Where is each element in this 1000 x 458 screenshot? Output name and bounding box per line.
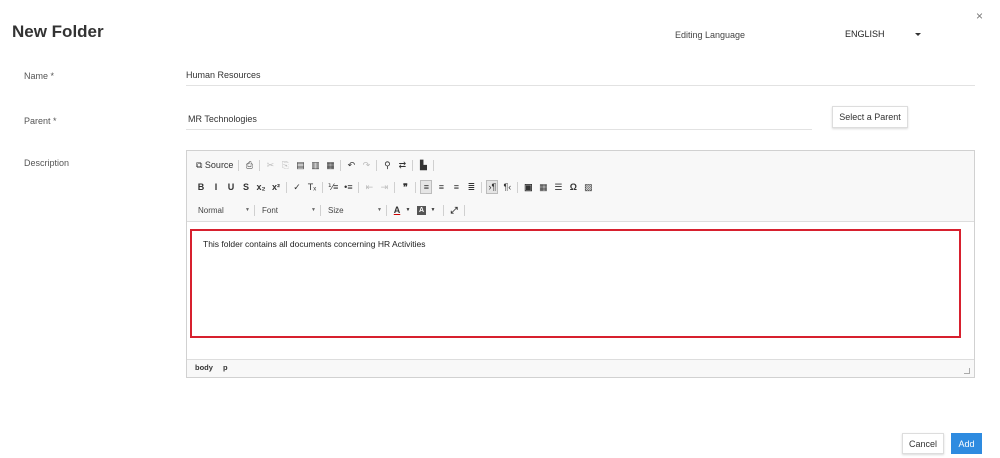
bold-icon[interactable]: B <box>195 180 207 194</box>
chevron-down-icon[interactable]: ▼ <box>427 203 439 217</box>
image-icon[interactable]: ▨ <box>582 180 594 194</box>
background-color-icon[interactable]: A <box>417 205 426 215</box>
rich-text-editor: ⧉ Source ⎙ ✂ ⎘ ▤ ▥ ▦ ↶ ↷ ⚲ ⇄ ▙ B I U Sx₂ x² ✓ Tₓ ⅟≡ •≡ ⇤ ⇥ ❞ ≡ ≡… <box>186 150 975 378</box>
close-icon[interactable]: × <box>976 9 983 23</box>
editor-toolbar-row-2: B I U Sx₂ x² ✓ Tₓ ⅟≡ •≡ ⇤ ⇥ ❞ ≡ ≡ ≡ ≣ ›¶ ¶‹ ▣ ▦ ☰ Ω ▨ <box>195 180 597 194</box>
toolbar-separator <box>443 204 444 216</box>
toolbar-separator <box>412 159 414 171</box>
parent-field[interactable]: MR Technologies <box>186 110 812 130</box>
rtl-icon[interactable]: ¶‹ <box>501 180 513 194</box>
justify-icon[interactable]: ≣ <box>465 180 477 194</box>
language-select[interactable]: ENGLISH <box>845 24 930 44</box>
chevron-down-icon: ▼ <box>311 207 316 213</box>
description-label: Description <box>24 158 70 168</box>
parent-label: Parent * <box>24 116 57 126</box>
toolbar-separator <box>433 159 435 171</box>
indent-icon[interactable]: ⇥ <box>378 180 390 194</box>
remove-format-icon[interactable]: Tₓ <box>306 180 318 194</box>
paste-icon[interactable]: ▤ <box>294 158 306 172</box>
language-value: ENGLISH <box>845 29 885 39</box>
superscript-icon[interactable]: x² <box>270 180 282 194</box>
editor-toolbar-row-1: ⧉ Source ⎙ ✂ ⎘ ▤ ▥ ▦ ↶ ↷ ⚲ ⇄ ▙ <box>195 158 438 172</box>
format-dropdown[interactable]: Normal ▼ <box>195 203 253 217</box>
align-center-icon[interactable]: ≡ <box>435 180 447 194</box>
toolbar-separator <box>358 181 360 193</box>
toolbar-separator <box>517 181 519 193</box>
align-right-icon[interactable]: ≡ <box>450 180 462 194</box>
chevron-down-icon: ▼ <box>377 207 382 213</box>
editing-language-label: Editing Language <box>675 30 746 40</box>
outdent-icon[interactable]: ⇤ <box>363 180 375 194</box>
cancel-button[interactable]: Cancel <box>902 433 944 454</box>
toolbar-separator <box>386 204 387 216</box>
editor-toolbar-row-3: Normal ▼ Font ▼ Size ▼ A ▼ A ▼ ⤢ <box>195 203 469 217</box>
toolbar-separator <box>254 204 255 216</box>
toolbar-separator <box>322 181 323 193</box>
chevron-down-icon[interactable]: ▼ <box>402 203 414 217</box>
toolbar-separator <box>415 181 417 193</box>
toolbar-separator <box>320 204 321 216</box>
font-dropdown[interactable]: Font ▼ <box>259 203 319 217</box>
path-body[interactable]: body <box>195 363 213 372</box>
size-dropdown[interactable]: Size ▼ <box>325 203 385 217</box>
dialog-title: New Folder <box>12 22 104 41</box>
select-parent-button[interactable]: Select a Parent <box>832 106 908 128</box>
toolbar-separator <box>238 159 240 171</box>
toolbar-separator <box>259 159 261 171</box>
underline-icon[interactable]: U <box>225 180 237 194</box>
content-highlight-box[interactable]: This folder contains all documents conce… <box>190 229 961 338</box>
undo-icon[interactable]: ↶ <box>345 158 357 172</box>
align-left-icon[interactable]: ≡ <box>420 180 433 194</box>
cut-icon[interactable]: ✂ <box>264 158 276 172</box>
paste-word-icon[interactable]: ▦ <box>324 158 336 172</box>
font-dropdown-label: Font <box>262 205 279 215</box>
format-dropdown-label: Normal <box>198 205 224 215</box>
replace-icon[interactable]: ⇄ <box>396 158 408 172</box>
resize-handle-icon[interactable] <box>964 368 970 374</box>
blockquote-icon[interactable]: ❞ <box>399 180 411 194</box>
paste-text-icon[interactable]: ▥ <box>309 158 321 172</box>
editor-content-area[interactable]: This folder contains all documents conce… <box>187 221 974 360</box>
horizontal-line-icon[interactable]: ☰ <box>552 180 564 194</box>
italic-icon[interactable]: I <box>210 180 222 194</box>
chevron-down-icon: ▼ <box>245 207 250 213</box>
redo-icon[interactable]: ↷ <box>360 158 372 172</box>
toolbar-separator <box>464 204 465 216</box>
youtube-icon[interactable]: ▣ <box>522 180 534 194</box>
numbered-list-icon[interactable]: ⅟≡ <box>327 180 339 194</box>
source-button[interactable]: ⧉ Source <box>195 158 234 172</box>
size-dropdown-label: Size <box>328 205 344 215</box>
find-icon[interactable]: ⚲ <box>381 158 393 172</box>
element-path: body p <box>195 363 236 372</box>
copy-format-icon[interactable]: ✓ <box>291 180 303 194</box>
strikethrough-icon[interactable]: S <box>240 180 252 194</box>
ltr-icon[interactable]: ›¶ <box>486 180 499 194</box>
copy-icon[interactable]: ⎘ <box>279 158 291 172</box>
toolbar-separator <box>394 181 396 193</box>
add-button[interactable]: Add <box>951 433 982 454</box>
toolbar-separator <box>286 181 287 193</box>
toolbar-separator <box>376 159 378 171</box>
name-label: Name * <box>24 71 55 81</box>
print-icon[interactable]: ⎙ <box>243 158 255 172</box>
special-char-icon[interactable]: Ω <box>567 180 579 194</box>
path-p[interactable]: p <box>223 363 228 372</box>
toolbar-separator <box>481 181 483 193</box>
maximize-icon[interactable]: ⤢ <box>448 203 460 217</box>
table-icon[interactable]: ▦ <box>537 180 549 194</box>
description-text: This folder contains all documents conce… <box>203 239 426 249</box>
spellcheck-icon[interactable]: ▙ <box>417 158 429 172</box>
caret-down-icon <box>915 33 921 36</box>
name-field[interactable]: Human Resources <box>186 66 975 86</box>
subscript-icon[interactable]: x₂ <box>255 180 267 194</box>
bulleted-list-icon[interactable]: •≡ <box>342 180 354 194</box>
toolbar-separator <box>340 159 342 171</box>
